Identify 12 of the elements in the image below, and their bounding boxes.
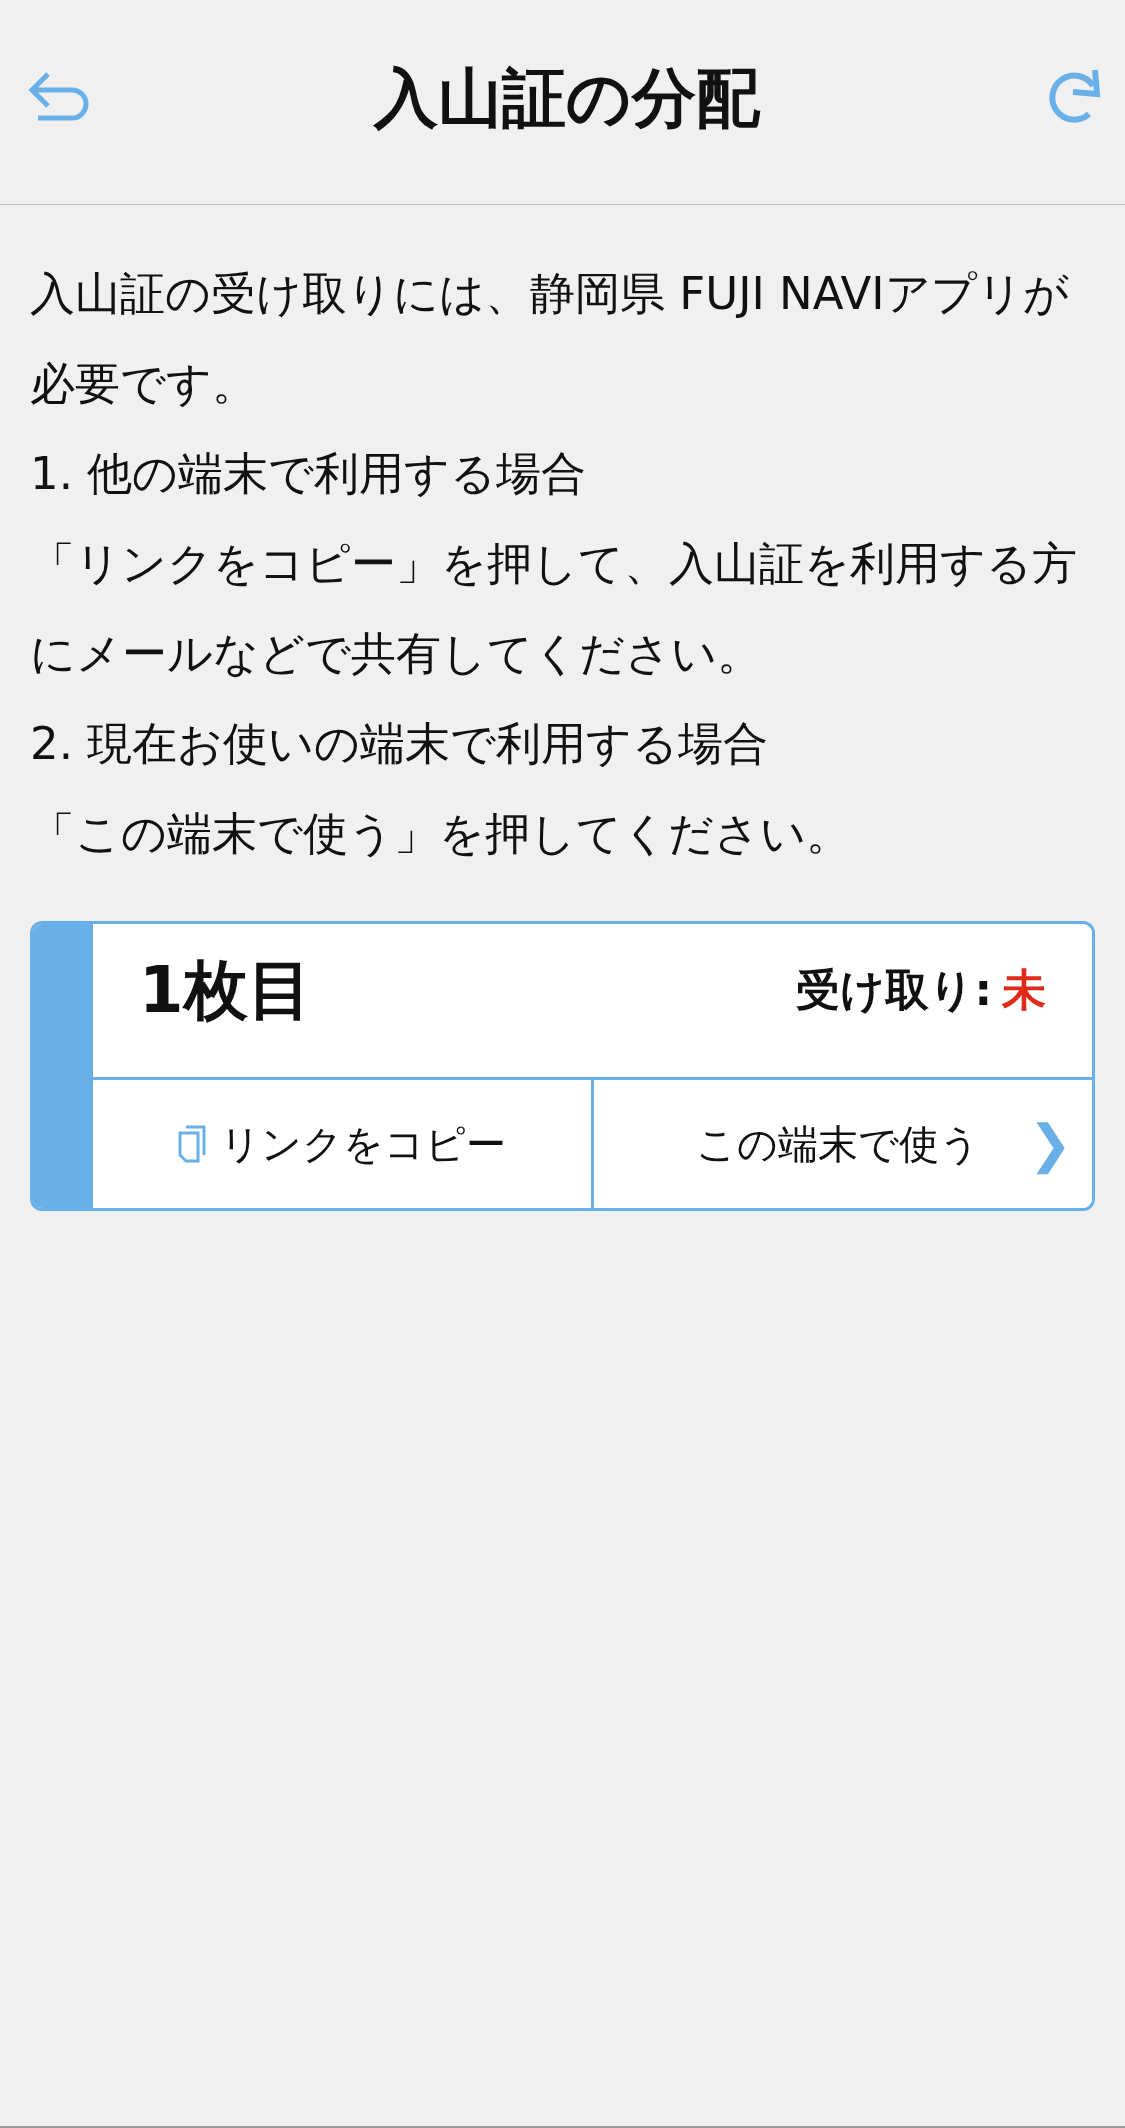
screen-title: 入山証の分配	[373, 59, 760, 137]
copy-icon	[178, 1125, 206, 1163]
instruction-text: 1. 他の端末で利用する場合	[30, 446, 588, 502]
chevron-icon: ❯	[1028, 1114, 1072, 1174]
instruction-text: 入山証の受け取りには、静岡県 FUJI NAVIアプリが必要です。	[30, 266, 1070, 412]
status-label: 受け取り:	[796, 963, 992, 1017]
instruction-text: 「この端末で使う」を押してください。	[30, 806, 852, 862]
use-on-device-button[interactable]: この端末で使う ❯	[591, 1080, 1092, 1208]
ticket-title: 1枚目	[139, 952, 312, 1029]
instruction-text: 「リンクをコピー」を押して、入山証を利用する方にメールなどで共有してください。	[30, 536, 1078, 682]
instruction-text: 2. 現在お使いの端末で利用する場合	[30, 716, 770, 772]
status-value: 未	[1002, 963, 1046, 1017]
